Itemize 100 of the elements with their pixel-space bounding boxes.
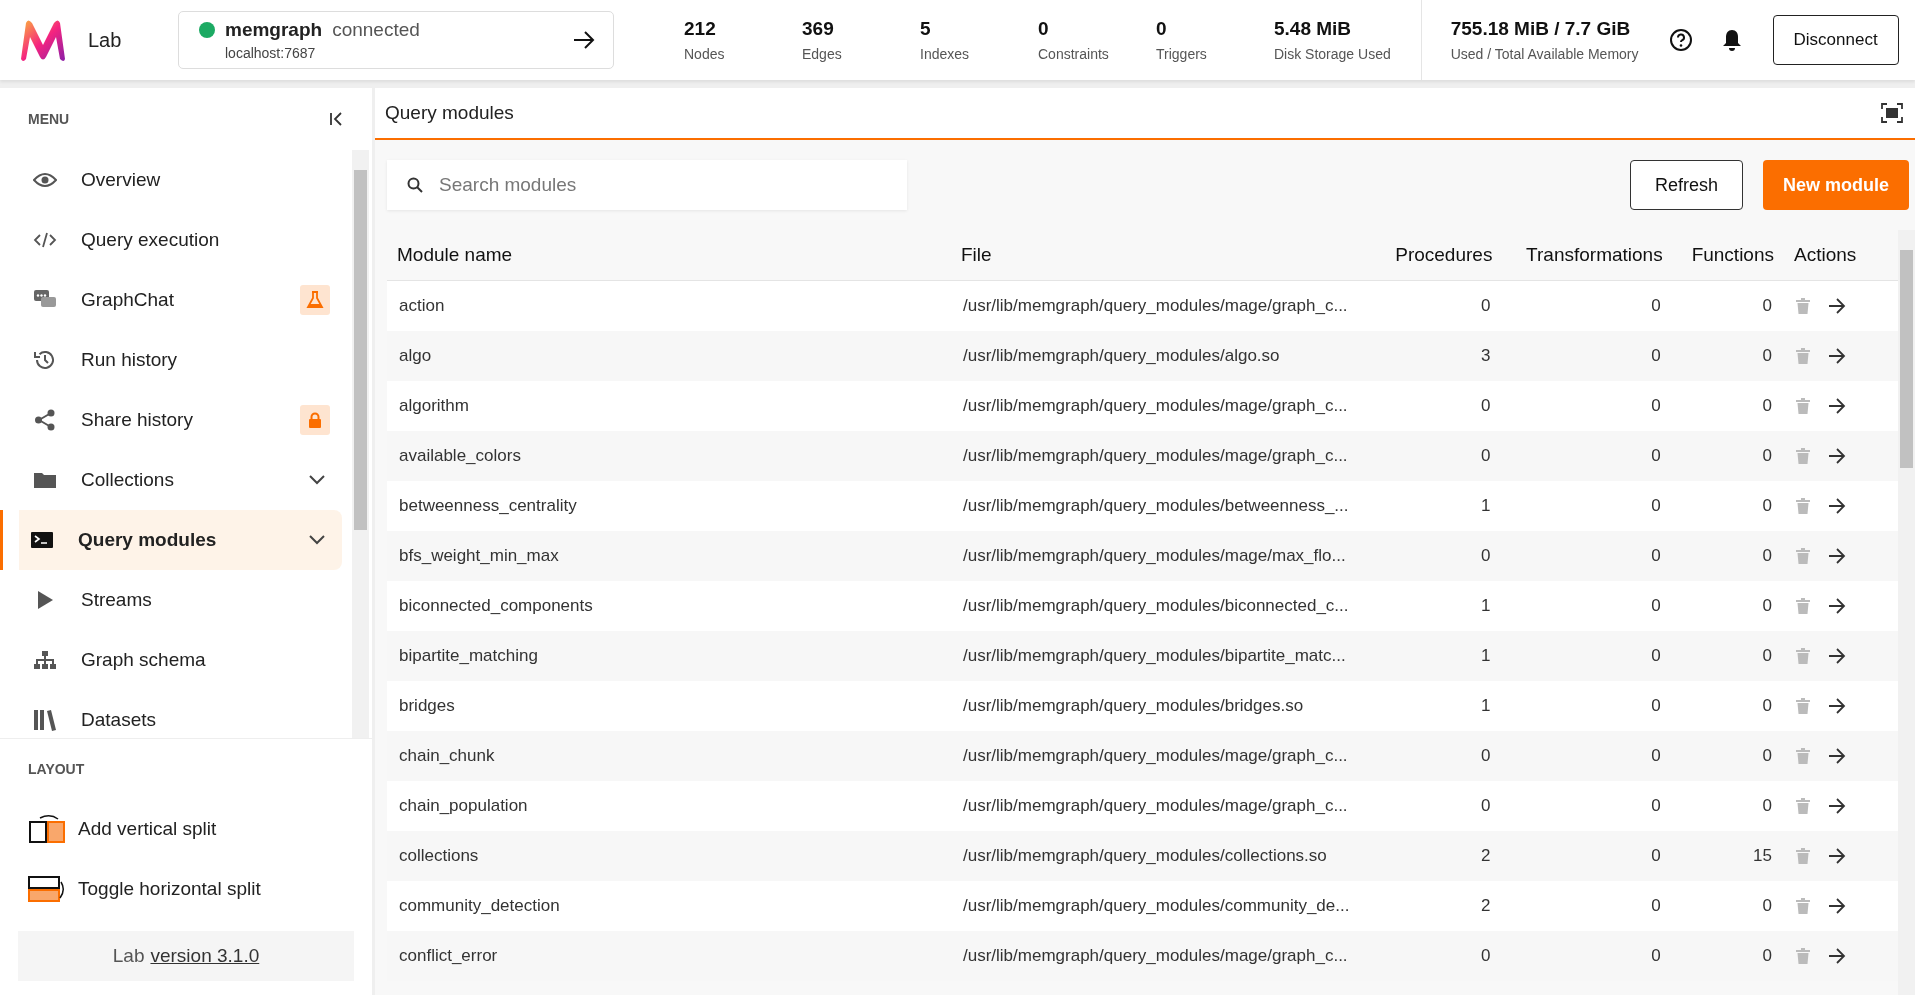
table-cell: /usr/lib/memgraph/query_modules/mage/graph_c...	[951, 431, 1375, 481]
arrow-right-icon[interactable]	[1828, 398, 1846, 414]
table-cell: 0	[1375, 431, 1503, 481]
connection-card[interactable]: memgraph connected localhost:7687	[178, 11, 614, 69]
menu-item[interactable]: Query modules	[0, 510, 342, 570]
table-cell: 0	[1502, 331, 1673, 381]
table-cell: chain_population	[387, 781, 951, 831]
table-cell: /usr/lib/memgraph/query_modules/mage/graph_c...	[951, 280, 1375, 331]
arrow-right-icon[interactable]	[1828, 848, 1846, 864]
table-cell: action	[387, 280, 951, 331]
table-cell: /usr/lib/memgraph/query_modules/biconnected_c...	[951, 581, 1375, 631]
app-name: Lab	[88, 28, 122, 52]
arrow-right-icon[interactable]	[1828, 748, 1846, 764]
panel-title: Query modules	[385, 102, 514, 124]
table-cell: 15	[1672, 831, 1784, 881]
hierarchy-icon	[33, 650, 57, 670]
arrow-right-icon[interactable]	[1828, 948, 1846, 964]
help-icon[interactable]	[1668, 28, 1693, 52]
table-cell: 1	[1375, 631, 1503, 681]
footer-text: Lab	[112, 945, 145, 967]
table-cell: 0	[1672, 881, 1784, 931]
table-cell: bfs_weight_min_max	[387, 531, 951, 581]
table-cell: 0	[1672, 581, 1784, 631]
table-cell: 0	[1672, 280, 1784, 331]
menu-item[interactable]: Overview	[0, 150, 342, 210]
arrow-right-icon[interactable]	[1828, 548, 1846, 564]
scrollbar[interactable]	[1898, 230, 1915, 995]
table-cell: 0	[1502, 381, 1673, 431]
table-cell: 0	[1502, 931, 1673, 981]
table-cell: 0	[1672, 931, 1784, 981]
collapse-icon[interactable]	[328, 111, 344, 127]
table-cell: chain_chunk	[387, 731, 951, 781]
share-icon	[34, 409, 56, 431]
stat-label: Triggers	[1156, 46, 1208, 62]
refresh-button[interactable]: Refresh	[1629, 160, 1743, 210]
table-cell: /usr/lib/memgraph/query_modules/betweenness_...	[951, 481, 1375, 531]
stat-label: Edges	[802, 46, 843, 62]
menu-item[interactable]: Run history	[0, 330, 342, 390]
stat-value: 0	[1038, 18, 1050, 40]
vertical-split-icon	[28, 814, 66, 844]
table-cell: /usr/lib/memgraph/query_modules/community_de...	[951, 881, 1375, 931]
layout-heading: LAYOUT	[27, 761, 86, 777]
stat-label: Disk Storage Used	[1274, 46, 1391, 62]
table-cell: community_detection	[387, 881, 951, 931]
scrollbar[interactable]	[352, 150, 369, 738]
table-cell: 0	[1502, 731, 1673, 781]
menu-item[interactable]: Query execution	[0, 210, 342, 270]
stat-label: Constraints	[1038, 46, 1110, 62]
layout-item[interactable]: Add vertical split	[18, 799, 354, 859]
search-field[interactable]: Search modules	[387, 160, 907, 210]
table-cell: algorithm	[387, 381, 951, 431]
table-cell: 0	[1502, 431, 1673, 481]
play-icon	[35, 590, 55, 610]
table-cell: /usr/lib/memgraph/query_modules/mage/graph_c...	[951, 931, 1375, 981]
menu-item[interactable]: GraphChat	[0, 270, 342, 330]
table-cell: bridges	[387, 681, 951, 731]
connection-status: connected	[332, 19, 420, 41]
disconnect-button[interactable]: Disconnect	[1772, 15, 1899, 65]
menu-item[interactable]: Collections	[0, 450, 342, 510]
memory-value: 755.18 MiB / 7.7 GiB	[1450, 18, 1632, 40]
arrow-right-icon	[573, 31, 595, 49]
table-cell: /usr/lib/memgraph/query_modules/bipartite_matc...	[951, 631, 1375, 681]
flask-icon	[306, 291, 324, 309]
table-cell: 0	[1672, 631, 1784, 681]
arrow-right-icon[interactable]	[1828, 348, 1846, 364]
version-link[interactable]: version 3.1.0	[150, 945, 260, 967]
menu-item[interactable]: Share history	[0, 390, 342, 450]
table-cell: 0	[1672, 731, 1784, 781]
menu-item[interactable]: Graph schema	[0, 630, 342, 690]
table-cell: 0	[1502, 781, 1673, 831]
arrow-right-icon[interactable]	[1828, 298, 1846, 314]
menu-item[interactable]: Streams	[0, 570, 342, 630]
table-cell: bipartite_matching	[387, 631, 951, 681]
arrow-right-icon[interactable]	[1828, 698, 1846, 714]
table-cell: 0	[1502, 681, 1673, 731]
table-cell: /usr/lib/memgraph/query_modules/algo.so	[951, 331, 1375, 381]
table-cell: 0	[1375, 731, 1503, 781]
arrow-right-icon[interactable]	[1828, 648, 1846, 664]
maximize-icon[interactable]	[1881, 103, 1903, 123]
stat-value: 5.48 MiB	[1274, 18, 1353, 40]
table-cell: 2	[1375, 831, 1503, 881]
table-cell: 0	[1502, 831, 1673, 881]
table-cell: betweenness_centrality	[387, 481, 951, 531]
arrow-right-icon[interactable]	[1828, 598, 1846, 614]
stat-value: 0	[1156, 18, 1168, 40]
stat-value: 369	[802, 18, 835, 40]
layout-item[interactable]: Toggle horizontal split	[18, 859, 354, 919]
table-cell: 0	[1502, 481, 1673, 531]
arrow-right-icon[interactable]	[1828, 798, 1846, 814]
table-cell: 3	[1375, 331, 1503, 381]
arrow-right-icon[interactable]	[1828, 898, 1846, 914]
menu-heading: MENU	[28, 111, 70, 127]
table-cell: 0	[1672, 681, 1784, 731]
table-cell: 0	[1502, 631, 1673, 681]
table-cell: 0	[1502, 280, 1673, 331]
arrow-right-icon[interactable]	[1828, 448, 1846, 464]
menu-item[interactable]: Datasets	[0, 690, 342, 750]
arrow-right-icon[interactable]	[1828, 498, 1846, 514]
table-cell: /usr/lib/memgraph/query_modules/mage/graph_c...	[951, 381, 1375, 431]
table-cell: /usr/lib/memgraph/query_modules/mage/graph_c...	[951, 781, 1375, 831]
